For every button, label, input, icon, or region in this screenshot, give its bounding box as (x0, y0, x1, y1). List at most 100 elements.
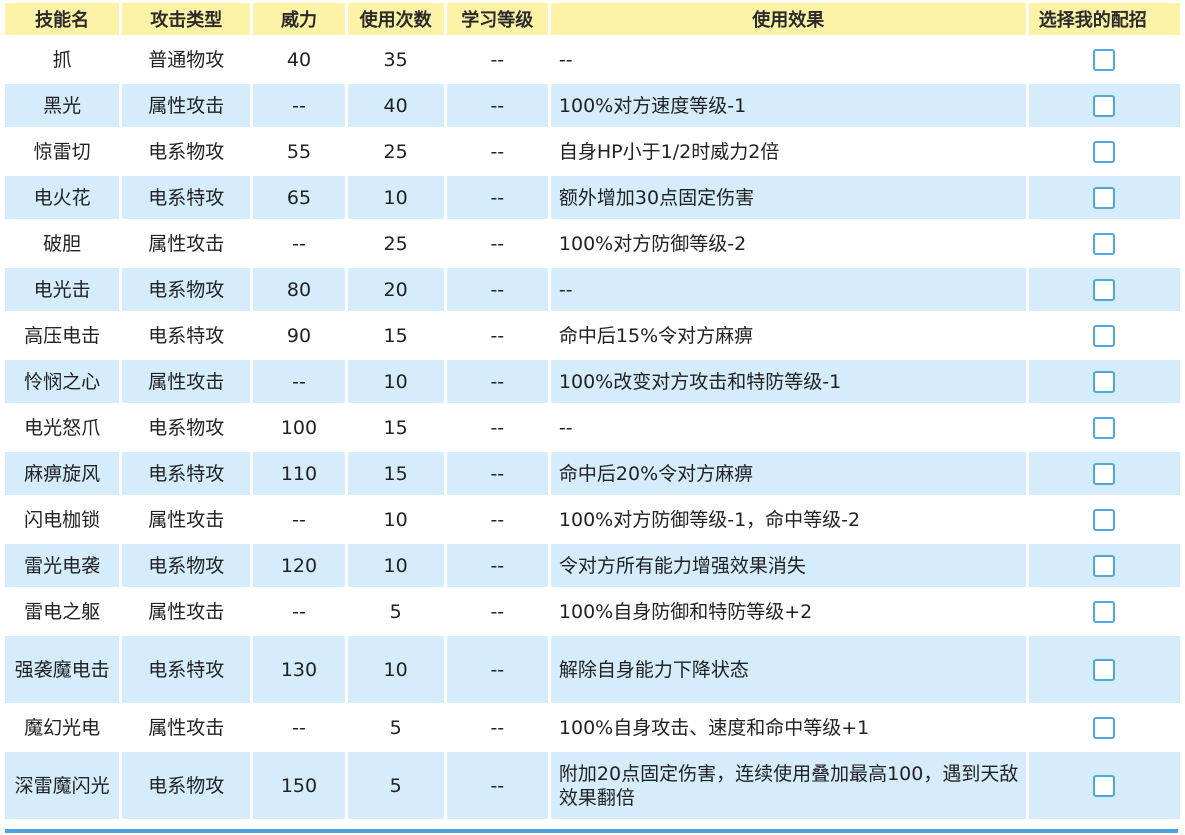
table-row: 魔幻光电 属性攻击 -- 5 -- 100%自身攻击、速度和命中等级+1 (5, 706, 1180, 749)
power-cell: 55 (253, 130, 345, 173)
select-skill-checkbox[interactable] (1093, 371, 1116, 393)
table-row: 雷光电袭 电系物攻 120 10 -- 令对方所有能力增强效果消失 (5, 544, 1180, 587)
header-learn-level: 学习等级 (446, 3, 548, 35)
select-skill-checkbox[interactable] (1093, 95, 1116, 117)
select-skill-checkbox[interactable] (1093, 141, 1116, 163)
table-row: 电光怒爪 电系物攻 100 15 -- -- (5, 406, 1180, 449)
effect-cell: 100%对方防御等级-2 (550, 222, 1026, 265)
pp-cell: 10 (347, 636, 444, 703)
power-cell: 40 (253, 38, 345, 81)
select-skill-checkbox[interactable] (1093, 233, 1116, 255)
attack-type-cell: 电系物攻 (122, 544, 251, 587)
power-cell: 110 (253, 452, 345, 495)
skill-name-cell: 电光击 (5, 268, 120, 311)
select-cell (1028, 498, 1180, 541)
table-row: 抓普通物攻 40 35 -- -- (5, 38, 1180, 81)
pp-cell: 5 (347, 590, 444, 633)
effect-cell: -- (550, 268, 1026, 311)
select-cell (1028, 752, 1180, 819)
select-cell (1028, 314, 1180, 357)
skill-name-cell: 电火花 (5, 176, 120, 219)
attack-type-cell: 属性攻击 (122, 360, 251, 403)
attack-type-cell: 电系物攻 (122, 130, 251, 173)
learn-level-cell: -- (446, 314, 548, 357)
effect-cell: 100%对方速度等级-1 (550, 84, 1026, 127)
effect-cell: -- (550, 38, 1026, 81)
learn-level-cell: -- (446, 38, 548, 81)
table-row: 麻痹旋风 电系特攻 110 15 -- 命中后20%令对方麻痹 (5, 452, 1180, 495)
skill-name-cell: 破胆 (5, 222, 120, 265)
skill-name-cell: 怜悯之心 (5, 360, 120, 403)
table-row: 雷电之躯 属性攻击 -- 5 -- 100%自身防御和特防等级+2 (5, 590, 1180, 633)
select-cell (1028, 636, 1180, 703)
attack-type-cell: 电系特攻 (122, 176, 251, 219)
skill-table: 技能名 攻击类型 威力 使用次数 学习等级 使用效果 选择我的配招 抓普通物攻 4… (2, 0, 1183, 822)
learn-level-cell: -- (446, 406, 548, 449)
effect-cell: 自身HP小于1/2时威力2倍 (550, 130, 1026, 173)
power-cell: 90 (253, 314, 345, 357)
bottom-border (5, 829, 1178, 833)
effect-cell: -- (550, 406, 1026, 449)
select-skill-checkbox[interactable] (1093, 187, 1116, 209)
skill-name-cell: 抓 (5, 38, 120, 81)
select-cell (1028, 590, 1180, 633)
learn-level-cell: -- (446, 706, 548, 749)
select-cell (1028, 452, 1180, 495)
power-cell: 120 (253, 544, 345, 587)
select-cell (1028, 84, 1180, 127)
select-skill-checkbox[interactable] (1093, 279, 1116, 301)
select-cell (1028, 360, 1180, 403)
learn-level-cell: -- (446, 498, 548, 541)
effect-cell: 令对方所有能力增强效果消失 (550, 544, 1026, 587)
pp-cell: 15 (347, 314, 444, 357)
power-cell: -- (253, 84, 345, 127)
pp-cell: 25 (347, 222, 444, 265)
select-skill-checkbox[interactable] (1093, 325, 1116, 347)
learn-level-cell: -- (446, 268, 548, 311)
effect-cell: 命中后15%令对方麻痹 (550, 314, 1026, 357)
attack-type-cell: 电系特攻 (122, 314, 251, 357)
power-cell: 150 (253, 752, 345, 819)
skill-name-cell: 高压电击 (5, 314, 120, 357)
attack-type-cell: 属性攻击 (122, 84, 251, 127)
table-row: 深雷魔闪光 电系物攻 150 5 -- 附加20点固定伤害，连续使用叠加最高100，遇到天… (5, 752, 1180, 819)
power-cell: -- (253, 590, 345, 633)
pp-cell: 40 (347, 84, 444, 127)
skill-name-cell: 黑光 (5, 84, 120, 127)
table-row: 闪电枷锁 属性攻击 -- 10 -- 100%对方防御等级-1，命中等级-2 (5, 498, 1180, 541)
header-select: 选择我的配招 (1028, 3, 1180, 35)
pp-cell: 35 (347, 38, 444, 81)
select-skill-checkbox[interactable] (1093, 417, 1116, 439)
select-cell (1028, 406, 1180, 449)
skill-name-cell: 魔幻光电 (5, 706, 120, 749)
skill-name-cell: 惊雷切 (5, 130, 120, 173)
table-row: 强袭魔电击 电系特攻 130 10 -- 解除自身能力下降状态 (5, 636, 1180, 703)
learn-level-cell: -- (446, 752, 548, 819)
select-skill-checkbox[interactable] (1093, 659, 1116, 681)
select-cell (1028, 544, 1180, 587)
power-cell: 65 (253, 176, 345, 219)
select-cell (1028, 268, 1180, 311)
skill-name-cell: 闪电枷锁 (5, 498, 120, 541)
select-skill-checkbox[interactable] (1093, 775, 1116, 797)
header-power: 威力 (253, 3, 345, 35)
header-effect: 使用效果 (550, 3, 1026, 35)
pp-cell: 10 (347, 176, 444, 219)
select-skill-checkbox[interactable] (1093, 601, 1116, 623)
table-row: 电光击 电系物攻 80 20 -- -- (5, 268, 1180, 311)
learn-level-cell: -- (446, 222, 548, 265)
select-skill-checkbox[interactable] (1093, 49, 1116, 71)
learn-level-cell: -- (446, 544, 548, 587)
effect-cell: 100%对方防御等级-1，命中等级-2 (550, 498, 1026, 541)
attack-type-cell: 属性攻击 (122, 590, 251, 633)
power-cell: -- (253, 222, 345, 265)
attack-type-cell: 电系物攻 (122, 268, 251, 311)
pp-cell: 10 (347, 360, 444, 403)
effect-cell: 100%自身防御和特防等级+2 (550, 590, 1026, 633)
table-row: 惊雷切 电系物攻 55 25 -- 自身HP小于1/2时威力2倍 (5, 130, 1180, 173)
select-skill-checkbox[interactable] (1093, 463, 1116, 485)
pp-cell: 15 (347, 406, 444, 449)
select-skill-checkbox[interactable] (1093, 555, 1116, 577)
select-skill-checkbox[interactable] (1093, 717, 1116, 739)
select-skill-checkbox[interactable] (1093, 509, 1116, 531)
